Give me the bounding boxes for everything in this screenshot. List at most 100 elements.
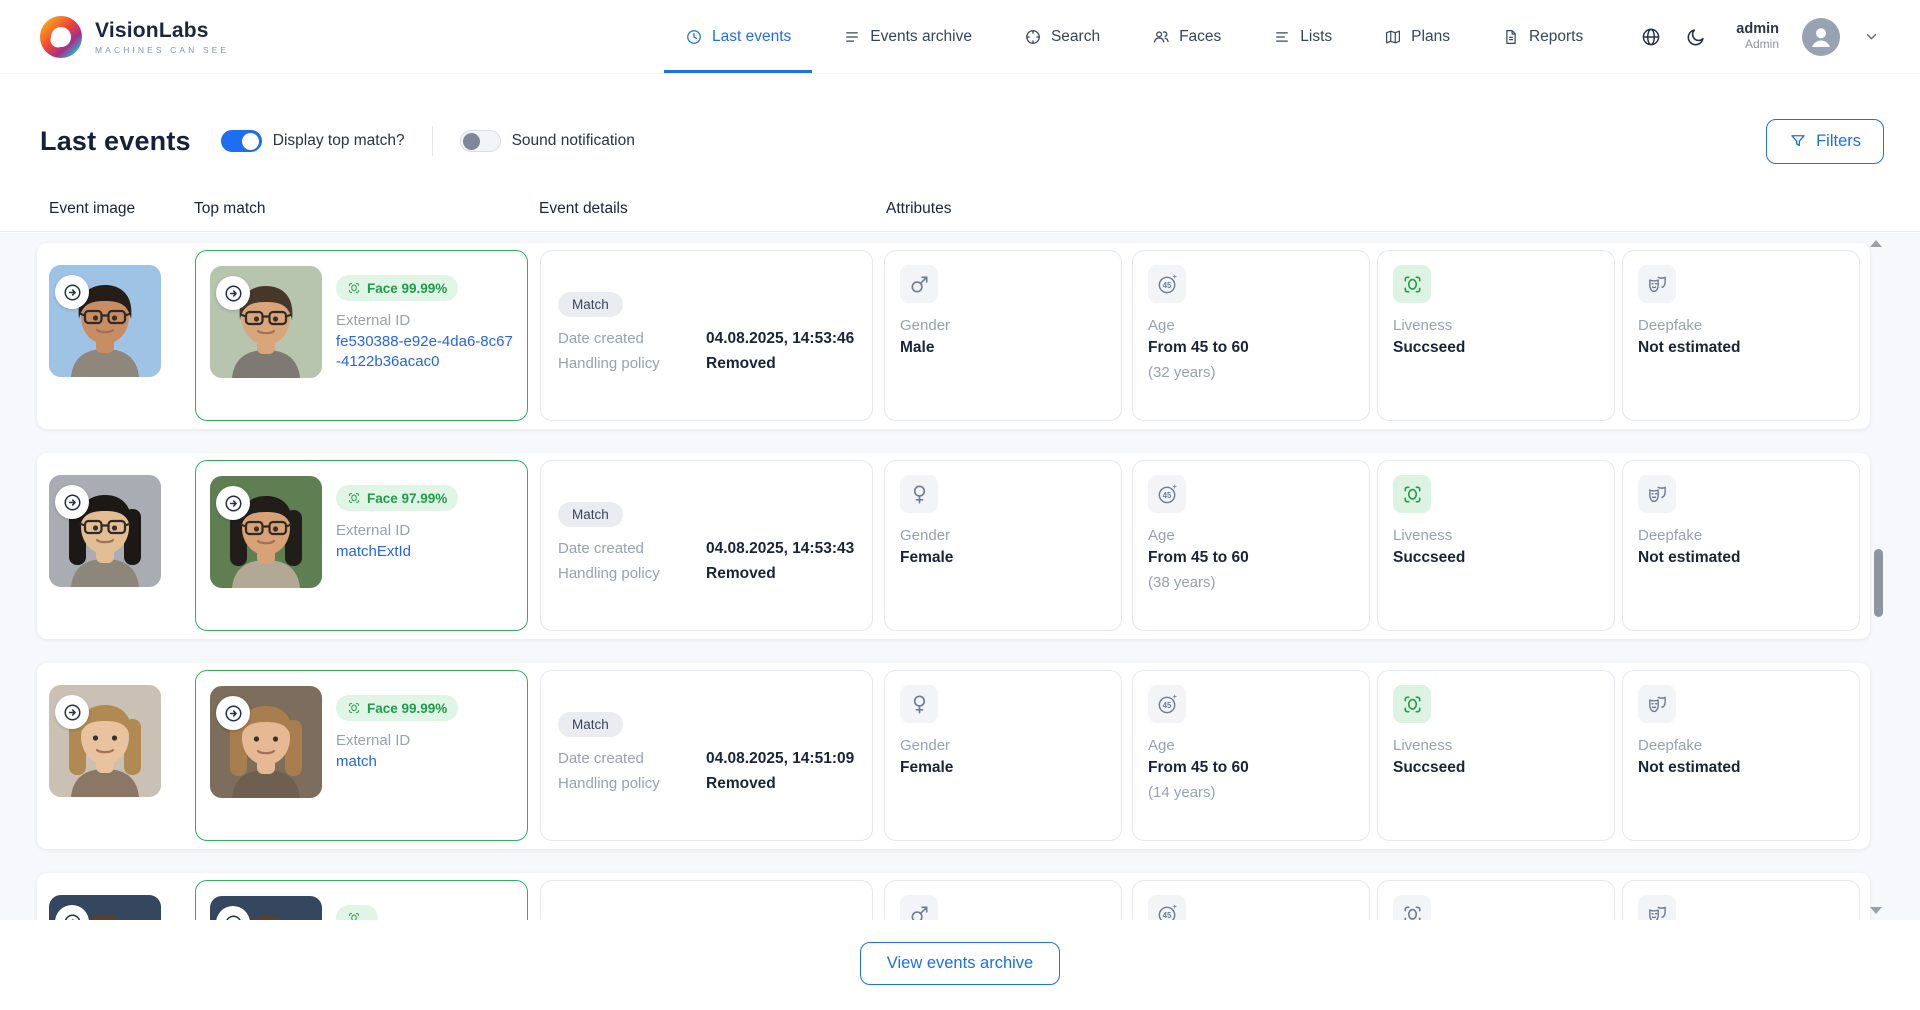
open-match-icon[interactable]: [216, 486, 250, 520]
top-match-image[interactable]: [210, 476, 322, 588]
avatar[interactable]: [1802, 18, 1840, 56]
tab-label: Faces: [1179, 28, 1221, 46]
sound-notification-toggle[interactable]: [460, 130, 501, 152]
open-event-icon[interactable]: [55, 485, 89, 519]
top-match-image[interactable]: [210, 686, 322, 798]
event-row[interactable]: [37, 873, 1870, 920]
gender-value: Female: [900, 549, 1107, 567]
open-event-icon[interactable]: [55, 695, 89, 729]
liveness-attribute-card: Liveness Succseed: [1377, 250, 1615, 421]
face-scan-icon: [347, 491, 361, 505]
scrollbar-thumb[interactable]: [1874, 549, 1883, 617]
events-table: Face 99.99% External ID fe530388-e92e-4d…: [0, 233, 1920, 920]
tab-faces[interactable]: Faces: [1131, 0, 1242, 73]
top-match-card[interactable]: Face 99.99% External ID match: [195, 670, 528, 841]
age-label: Age: [1148, 737, 1355, 754]
top-match-image[interactable]: [210, 266, 322, 378]
tab-icon: [843, 28, 861, 46]
age-note: (38 years): [1148, 574, 1355, 591]
age-attribute-card: Age From 45 to 60 (14 years): [1132, 670, 1370, 841]
user-name: admin: [1736, 21, 1779, 38]
external-id-link[interactable]: match: [336, 752, 515, 772]
event-image[interactable]: [49, 265, 161, 377]
deepfake-masks-icon: [1646, 693, 1669, 716]
age-value: From 45 to 60: [1148, 549, 1355, 567]
handling-policy-value: Removed: [706, 351, 776, 376]
tab-label: Reports: [1529, 28, 1583, 46]
chevron-down-icon[interactable]: [1863, 28, 1880, 45]
funnel-icon: [1789, 132, 1807, 150]
event-image[interactable]: [49, 895, 161, 920]
display-top-match-toggle[interactable]: [221, 130, 262, 152]
top-match-image[interactable]: [210, 896, 322, 920]
liveness-attribute-card: Liveness Succseed: [1377, 460, 1615, 631]
face-scan-icon: [347, 701, 361, 715]
event-row[interactable]: Face 97.99% External ID matchExtId Match…: [37, 453, 1870, 639]
age-icon: [1156, 903, 1179, 921]
tab-icon: [1273, 28, 1291, 46]
age-icon: [1156, 483, 1179, 506]
match-badge: Match: [558, 712, 623, 737]
tab-events-archive[interactable]: Events archive: [822, 0, 993, 73]
deepfake-value: Not estimated: [1638, 339, 1845, 357]
event-image[interactable]: [49, 685, 161, 797]
age-attribute-card: [1132, 880, 1370, 920]
age-attribute-card: Age From 45 to 60 (38 years): [1132, 460, 1370, 631]
event-details-card: Match Date created04.08.2025, 14:53:43 H…: [540, 460, 873, 631]
column-header-event-details: Event details: [539, 200, 628, 218]
event-image[interactable]: [49, 475, 161, 587]
liveness-label: Liveness: [1393, 527, 1600, 544]
liveness-label: Liveness: [1393, 317, 1600, 334]
sound-notification-toggle-group: Sound notification: [460, 130, 635, 152]
deepfake-attribute-card: Deepfake Not estimated: [1622, 460, 1860, 631]
page-title: Last events: [40, 126, 191, 157]
top-match-card[interactable]: Face 99.99% External ID fe530388-e92e-4d…: [195, 250, 528, 421]
dark-mode-moon-icon[interactable]: [1685, 26, 1707, 48]
scrollbar-down-arrow[interactable]: [1870, 907, 1882, 914]
deepfake-label: Deepfake: [1638, 317, 1845, 334]
liveness-attribute-card: Liveness Succseed: [1377, 670, 1615, 841]
handling-policy-value: Removed: [706, 771, 776, 796]
external-id-link[interactable]: fe530388-e92e-4da6-8c67-4122b36acac0: [336, 332, 515, 371]
column-header-attributes: Attributes: [886, 200, 951, 218]
date-created-label: Date created: [558, 326, 706, 351]
deepfake-value: Not estimated: [1638, 759, 1845, 777]
external-id-link[interactable]: matchExtId: [336, 542, 515, 562]
deepfake-attribute-card: Deepfake Not estimated: [1622, 670, 1860, 841]
age-value: From 45 to 60: [1148, 759, 1355, 777]
liveness-icon: [1401, 693, 1424, 716]
deepfake-value: Not estimated: [1638, 549, 1845, 567]
match-badge: Match: [558, 292, 623, 317]
scrollbar-up-arrow[interactable]: [1870, 240, 1882, 247]
event-row[interactable]: Face 99.99% External ID fe530388-e92e-4d…: [37, 243, 1870, 429]
tab-label: Lists: [1300, 28, 1332, 46]
tab-search[interactable]: Search: [1003, 0, 1121, 73]
open-event-icon[interactable]: [55, 275, 89, 309]
top-match-card[interactable]: Face 97.99% External ID matchExtId: [195, 460, 528, 631]
top-match-card[interactable]: [195, 880, 528, 920]
handling-policy-label: Handling policy: [558, 771, 706, 796]
date-created-value: 04.08.2025, 14:51:09: [706, 746, 854, 771]
language-globe-icon[interactable]: [1640, 26, 1662, 48]
event-details-card: [540, 880, 873, 920]
view-events-archive-button[interactable]: View events archive: [860, 942, 1060, 985]
brand: VisionLabs MACHINES CAN SEE: [40, 16, 229, 58]
event-row[interactable]: Face 99.99% External ID match Match Date…: [37, 663, 1870, 849]
tab-plans[interactable]: Plans: [1363, 0, 1471, 73]
tab-last-events[interactable]: Last events: [664, 0, 812, 73]
external-id-label: External ID: [336, 522, 515, 539]
gender-label: Gender: [900, 527, 1107, 544]
tab-reports[interactable]: Reports: [1481, 0, 1604, 73]
open-match-icon[interactable]: [216, 696, 250, 730]
open-match-icon[interactable]: [216, 276, 250, 310]
gender-icon: [908, 483, 931, 506]
page-header: Last events Display top match? Sound not…: [0, 116, 1920, 166]
filters-button[interactable]: Filters: [1766, 119, 1884, 164]
tab-label: Plans: [1411, 28, 1450, 46]
tab-lists[interactable]: Lists: [1252, 0, 1353, 73]
tab-label: Search: [1051, 28, 1100, 46]
gender-label: Gender: [900, 737, 1107, 754]
age-value: From 45 to 60: [1148, 339, 1355, 357]
match-badge: Match: [558, 502, 623, 527]
date-created-label: Date created: [558, 536, 706, 561]
